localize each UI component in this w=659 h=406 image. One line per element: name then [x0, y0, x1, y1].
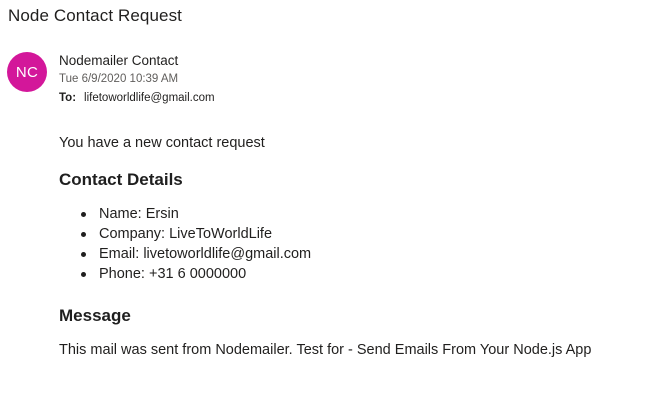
list-item-phone: Phone: +31 6 0000000 — [81, 264, 639, 284]
to-label: To: — [59, 92, 77, 104]
recipients-line: To: lifetoworldlife@gmail.com — [59, 92, 215, 104]
list-item-name: Name: Ersin — [81, 204, 639, 224]
contact-details-heading: Contact Details — [59, 170, 183, 189]
contact-details-list: Name: Ersin Company: LiveToWorldLife Ema… — [81, 204, 639, 284]
email-reading-pane: Node Contact Request NC Nodemailer Conta… — [0, 0, 659, 406]
email-body: You have a new contact request Contact D… — [59, 135, 639, 360]
recipient-address[interactable]: lifetoworldlife@gmail.com — [84, 92, 215, 104]
sent-date: Tue 6/9/2020 10:39 AM — [59, 73, 179, 85]
list-item-email: Email: livetoworldlife@gmail.com — [81, 244, 639, 264]
intro-text: You have a new contact request — [59, 135, 265, 151]
message-heading: Message — [59, 306, 131, 325]
avatar-initials: NC — [15, 63, 39, 81]
list-item-company: Company: LiveToWorldLife — [81, 224, 639, 244]
email-subject: Node Contact Request — [8, 6, 182, 25]
message-text: This mail was sent from Nodemailer. Test… — [59, 342, 592, 358]
sender-avatar[interactable]: NC — [7, 52, 47, 92]
sender-name[interactable]: Nodemailer Contact — [59, 53, 178, 68]
